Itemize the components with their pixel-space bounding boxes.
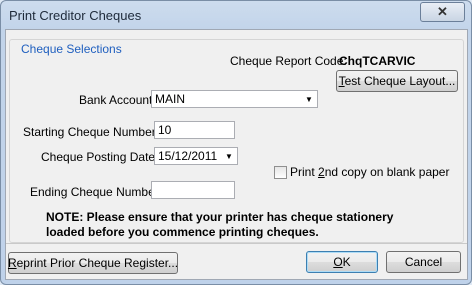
ok-button[interactable]: OK bbox=[306, 251, 378, 273]
reprint-prior-register-label: Reprint Prior Cheque Register... bbox=[7, 256, 179, 270]
starting-cheque-label: Starting Cheque Number: bbox=[23, 125, 160, 139]
printer-note-line2: loaded before you commence printing cheq… bbox=[46, 225, 319, 239]
ending-cheque-input[interactable] bbox=[151, 181, 235, 199]
dialog-body: Cheque Selections Cheque Report Code: Ch… bbox=[5, 29, 468, 280]
print-second-copy-label[interactable]: Print 2nd copy on blank paper bbox=[290, 165, 449, 179]
cancel-button[interactable]: Cancel bbox=[386, 251, 461, 273]
test-cheque-layout-label: Test Cheque Layout... bbox=[338, 74, 456, 88]
close-button[interactable]: ✕ bbox=[420, 2, 465, 22]
dropdown-arrow-icon[interactable]: ▼ bbox=[301, 91, 317, 107]
report-code-label: Cheque Report Code: bbox=[230, 54, 347, 68]
bank-account-value: MAIN bbox=[155, 92, 185, 106]
dropdown-arrow-icon[interactable]: ▼ bbox=[221, 148, 237, 164]
print-creditor-cheques-window: Print Creditor Cheques ✕ Cheque Selectio… bbox=[0, 0, 472, 285]
bank-account-label: Bank Account: bbox=[79, 93, 156, 107]
bank-account-dropdown[interactable]: MAIN ▼ bbox=[151, 90, 318, 108]
test-cheque-layout-button[interactable]: Test Cheque Layout... bbox=[336, 70, 458, 92]
report-code-value: ChqTCARVIC bbox=[339, 54, 416, 68]
ending-cheque-label: Ending Cheque Number: bbox=[30, 185, 163, 199]
printer-note-line1: NOTE: Please ensure that your printer ha… bbox=[46, 210, 394, 224]
group-legend: Cheque Selections bbox=[18, 42, 125, 56]
printer-note: NOTE: Please ensure that your printer ha… bbox=[46, 210, 393, 240]
button-separator bbox=[6, 243, 467, 244]
title-bar[interactable]: Print Creditor Cheques ✕ bbox=[1, 1, 471, 29]
print-second-copy-checkbox[interactable] bbox=[274, 166, 287, 179]
reprint-prior-register-button[interactable]: Reprint Prior Cheque Register... bbox=[8, 252, 178, 274]
posting-date-value: 15/12/2011 bbox=[158, 149, 218, 163]
window-title: Print Creditor Cheques bbox=[9, 8, 142, 23]
close-icon: ✕ bbox=[437, 4, 448, 19]
starting-cheque-input[interactable]: 10 bbox=[154, 121, 235, 139]
posting-date-picker[interactable]: 15/12/2011 ▼ bbox=[154, 147, 238, 165]
posting-date-label: Cheque Posting Date: bbox=[41, 150, 159, 164]
ok-label: OK bbox=[333, 255, 351, 269]
